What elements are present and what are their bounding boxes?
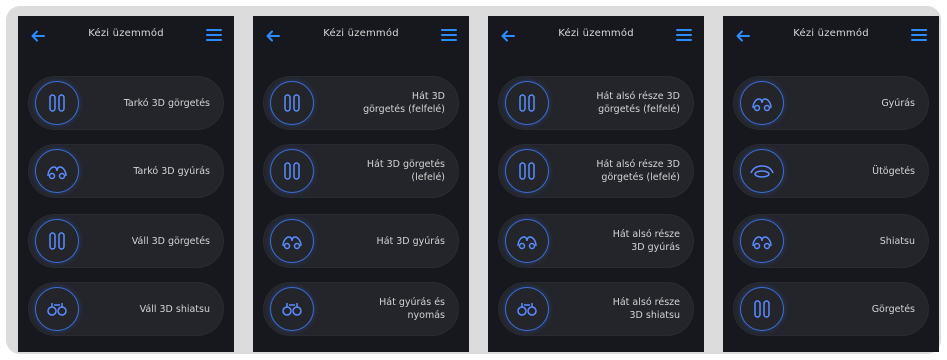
kneading-icon: [740, 219, 784, 263]
mode-button[interactable]: Hát alsó része 3D gyúrás: [498, 214, 694, 268]
mode-button[interactable]: Hát 3D görgetés (felfelé): [263, 76, 459, 130]
screen-1: Kézi üzemmód Tarkó 3D görgetés Tarkó 3D …: [18, 16, 234, 352]
roller-icon: [505, 81, 549, 125]
menu-list-icon[interactable]: [676, 26, 692, 44]
menu-list-icon[interactable]: [206, 26, 222, 44]
kneading-icon: [35, 149, 79, 193]
page-title: Kézi üzemmód: [323, 28, 399, 39]
mode-button[interactable]: Hát alsó része 3D görgetés (lefelé): [498, 144, 694, 198]
mode-button[interactable]: Hát gyúrás és nyomás: [263, 282, 459, 336]
mode-label: Hát 3D gyúrás: [376, 235, 445, 247]
mode-label: Shiatsu: [879, 235, 915, 247]
mode-label: Tarkó 3D gyúrás: [133, 165, 210, 177]
shiatsu-icon: [35, 287, 79, 331]
top-bar: Kézi üzemmód: [488, 16, 704, 60]
mode-button[interactable]: Hát 3D gyúrás: [263, 214, 459, 268]
roller-icon: [270, 81, 314, 125]
mode-label: Gyúrás: [881, 97, 915, 109]
menu-list-icon[interactable]: [911, 26, 927, 44]
mode-button[interactable]: Hát alsó része 3D shiatsu: [498, 282, 694, 336]
roller-icon: [505, 149, 549, 193]
shiatsu-icon: [505, 287, 549, 331]
mode-button[interactable]: Tarkó 3D görgetés: [28, 76, 224, 130]
kneading-icon: [740, 81, 784, 125]
roller-icon: [740, 287, 784, 331]
mode-label: Hát alsó része 3D shiatsu: [612, 297, 680, 321]
roller-icon: [270, 149, 314, 193]
mode-button[interactable]: Ütögetés: [733, 144, 929, 198]
mode-label: Hát 3D görgetés (lefelé): [366, 159, 445, 183]
page-title: Kézi üzemmód: [793, 28, 869, 39]
page-title: Kézi üzemmód: [558, 28, 634, 39]
mode-label: Hát 3D görgetés (felfelé): [363, 91, 445, 115]
kneading-icon: [270, 219, 314, 263]
screen-3: Kézi üzemmód Hát alsó része 3D görgetés …: [488, 16, 704, 352]
screen-4: Kézi üzemmód Gyúrás Ütögetés Shiatsu Gör…: [723, 16, 939, 352]
mode-button[interactable]: Váll 3D shiatsu: [28, 282, 224, 336]
page-title: Kézi üzemmód: [88, 28, 164, 39]
top-bar: Kézi üzemmód: [253, 16, 469, 60]
mode-button[interactable]: Gyúrás: [733, 76, 929, 130]
tapping-icon: [740, 149, 784, 193]
kneading-icon: [505, 219, 549, 263]
roller-icon: [35, 219, 79, 263]
mode-label: Hát alsó része 3D görgetés (felfelé): [596, 91, 680, 115]
mode-button[interactable]: Hát 3D görgetés (lefelé): [263, 144, 459, 198]
mode-label: Hát gyúrás és nyomás: [379, 297, 445, 321]
mode-button[interactable]: Váll 3D görgetés: [28, 214, 224, 268]
mode-button[interactable]: Görgetés: [733, 282, 929, 336]
mode-label: Váll 3D görgetés: [131, 235, 210, 247]
top-bar: Kézi üzemmód: [18, 16, 234, 60]
roller-icon: [35, 81, 79, 125]
mode-button[interactable]: Tarkó 3D gyúrás: [28, 144, 224, 198]
shiatsu-icon: [270, 287, 314, 331]
mode-button[interactable]: Hát alsó része 3D görgetés (felfelé): [498, 76, 694, 130]
top-bar: Kézi üzemmód: [723, 16, 939, 60]
mode-button[interactable]: Shiatsu: [733, 214, 929, 268]
mode-label: Hát alsó része 3D gyúrás: [612, 229, 680, 253]
menu-list-icon[interactable]: [441, 26, 457, 44]
mode-label: Tarkó 3D görgetés: [123, 97, 210, 109]
screen-2: Kézi üzemmód Hát 3D görgetés (felfelé) H…: [253, 16, 469, 352]
mode-label: Görgetés: [871, 303, 915, 315]
mode-label: Hát alsó része 3D görgetés (lefelé): [596, 159, 680, 183]
mode-label: Ütögetés: [872, 165, 915, 177]
mode-label: Váll 3D shiatsu: [139, 303, 210, 315]
